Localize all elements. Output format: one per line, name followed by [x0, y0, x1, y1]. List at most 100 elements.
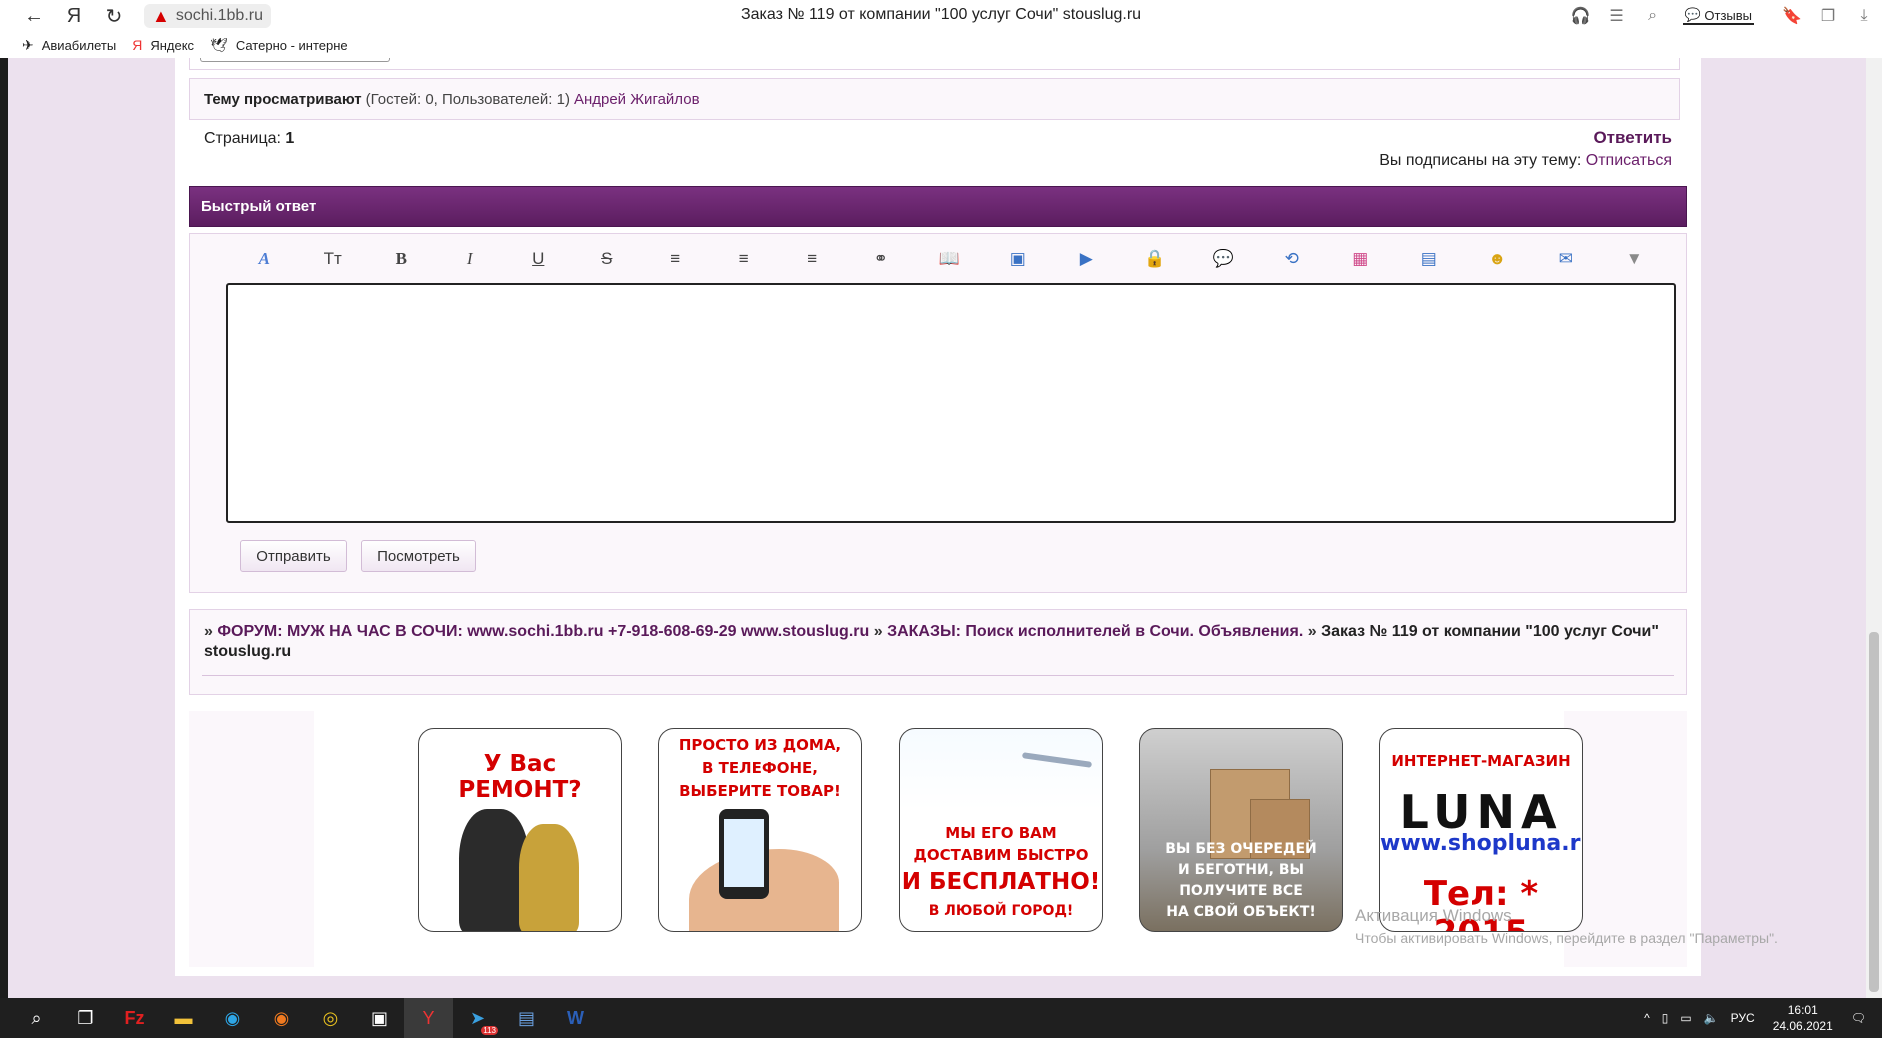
viewer-user-link[interactable]: Андрей Жигайлов [574, 91, 700, 108]
collections-icon[interactable]: ❐ [1810, 6, 1846, 26]
bookmark-label: Яндекс [150, 37, 195, 53]
search-icon[interactable]: ⌕ [12, 998, 61, 1038]
pagination: Страница: 1 [204, 130, 294, 148]
italic-icon[interactable]: I [436, 249, 505, 269]
tray-app-icon[interactable]: ▯ [1662, 1011, 1669, 1025]
banner-noqueue-text-4: НА СВОЙ ОБЪЕКТ! [1166, 904, 1316, 920]
bookmark-label: Авиабилеты [41, 37, 117, 53]
banner-luna-title: ИНТЕРНЕТ-МАГАЗИН [1391, 752, 1571, 770]
banner-area: У Вас РЕМОНТ? ПРОСТО ИЗ ДОМА, В ТЕЛЕФОНЕ… [189, 711, 1687, 967]
send-button[interactable]: Отправить [240, 540, 347, 572]
address-bar[interactable]: ▲ sochi.1bb.ru [144, 4, 271, 28]
warning-icon: ▲ [152, 5, 170, 26]
align-center-icon[interactable]: ≡ [710, 249, 779, 269]
bookmark-icon[interactable]: 🔖 [1774, 6, 1810, 26]
yandex-logo-icon[interactable]: Я [54, 0, 94, 32]
upload-icon[interactable]: ✉ [1532, 249, 1601, 269]
banner-free-delivery[interactable]: МЫ ЕГО ВАМ ДОСТАВИМ БЫСТРО И БЕСПЛАТНО! … [899, 728, 1103, 932]
bold-icon[interactable]: B [367, 249, 436, 269]
font-size-icon[interactable]: Tт [299, 249, 368, 269]
download-icon[interactable]: ⤓ [1846, 7, 1882, 25]
task-view-icon[interactable]: ❐ [61, 998, 110, 1038]
spoiler-icon[interactable]: ⟲ [1258, 249, 1327, 269]
quick-reply-header: Быстрый ответ [189, 186, 1687, 227]
message-textarea[interactable] [226, 283, 1676, 523]
network-icon[interactable]: ▭ [1680, 1011, 1691, 1025]
banner-repair[interactable]: У Вас РЕМОНТ? [418, 728, 622, 932]
clock[interactable]: 16:01 24.06.2021 [1773, 1002, 1833, 1034]
banner-delivery-text-4: В ЛЮБОЙ ГОРОД! [928, 903, 1074, 919]
more-dropdown-icon[interactable]: ▼ [1600, 249, 1669, 269]
bookmark-label: Сатерно - интерне [235, 37, 348, 53]
pager-current[interactable]: 1 [285, 130, 294, 147]
edge-icon[interactable]: ◉ [208, 998, 257, 1038]
breadcrumb-section[interactable]: ЗАКАЗЫ: Поиск исполнителей в Сочи. Объяв… [887, 623, 1303, 640]
language-indicator[interactable]: РУС [1731, 1011, 1755, 1025]
underline-icon[interactable]: U [504, 249, 573, 269]
bookmark-yandex[interactable]: Я Яндекс [132, 37, 194, 53]
quote-icon[interactable]: 💬 [1189, 249, 1258, 269]
firefox-icon[interactable]: ◉ [257, 998, 306, 1038]
book-icon[interactable]: 📖 [915, 249, 984, 269]
smiley-icon[interactable]: ☻ [1463, 249, 1532, 269]
reload-icon[interactable]: ↻ [94, 0, 134, 32]
chevron-up-icon[interactable]: ^ [1644, 1011, 1650, 1025]
unsubscribe-link[interactable]: Отписаться [1586, 152, 1672, 169]
strikethrough-icon[interactable]: S [573, 249, 642, 269]
network-app-icon[interactable]: ▣ [355, 998, 404, 1038]
headphones-icon[interactable]: 🎧 [1563, 6, 1599, 26]
banner-phone-shopping[interactable]: ПРОСТО ИЗ ДОМА, В ТЕЛЕФОНЕ, ВЫБЕРИТЕ ТОВ… [658, 728, 862, 932]
volume-icon[interactable]: 🔈 [1704, 1011, 1719, 1025]
breadcrumb-forum[interactable]: ФОРУМ: МУЖ НА ЧАС В СОЧИ: www.sochi.1bb.… [217, 623, 869, 640]
preview-button[interactable]: Посмотреть [361, 540, 476, 572]
banner-noqueue-text-1: ВЫ БЕЗ ОЧЕРЕДЕЙ [1165, 841, 1317, 857]
word-icon[interactable]: W [551, 998, 600, 1038]
image-icon[interactable]: ▣ [984, 249, 1053, 269]
previous-tab [200, 58, 390, 62]
font-color-icon[interactable]: A [230, 249, 299, 269]
yandex-browser-icon[interactable]: Y [404, 998, 453, 1038]
file-explorer-icon[interactable]: ▬ [159, 998, 208, 1038]
telegram-badge: 113 [481, 1026, 498, 1035]
table-icon[interactable]: ▤ [1395, 249, 1464, 269]
breadcrumb-separator: » [873, 623, 888, 640]
left-edge [0, 58, 8, 998]
filezilla-icon[interactable]: Fz [110, 998, 159, 1038]
banner-luna-shop[interactable]: ИНТЕРНЕТ-МАГАЗИН LUNA www.shopluna.ru Те… [1379, 728, 1583, 932]
qip-icon[interactable]: ▤ [502, 998, 551, 1038]
reply-link[interactable]: Ответить [1593, 128, 1672, 148]
banner-phone-text-2: В ТЕЛЕФОНЕ, [702, 759, 818, 777]
banner-no-queues[interactable]: ВЫ БЕЗ ОЧЕРЕДЕЙ И БЕГОТНИ, ВЫ ПОЛУЧИТЕ В… [1139, 728, 1343, 932]
lock-icon[interactable]: 🔒 [1121, 249, 1190, 269]
banner-palm-image [900, 729, 999, 786]
color-palette-icon[interactable]: ▦ [1326, 249, 1395, 269]
windows-taskbar: ⌕ ❐ Fz ▬ ◉ ◉ ◎ ▣ Y ➤ 113 ▤ W ^ ▯ ▭ 🔈 РУС … [0, 998, 1882, 1038]
clock-time: 16:01 [1787, 1003, 1818, 1017]
reviews-button[interactable]: 💬 Отзывы [1682, 7, 1754, 25]
banner-noqueue-text-3: ПОЛУЧИТЕ ВСЕ [1179, 883, 1303, 899]
align-left-icon[interactable]: ≡ [641, 249, 710, 269]
video-icon[interactable]: ▶ [1052, 249, 1121, 269]
editor-toolbar: A Tт B I U S ≡ ≡ ≡ ⚭ 📖 ▣ ▶ 🔒 💬 ⟲ ▦ ▤ ☻ ✉… [230, 249, 1669, 269]
zoom-icon[interactable]: ⌕ [1635, 7, 1671, 25]
link-icon[interactable]: ⚭ [847, 249, 916, 269]
chrome-icon[interactable]: ◎ [306, 998, 355, 1038]
browser-topbar: ← Я ↻ ▲ sochi.1bb.ru Заказ № 119 от комп… [0, 0, 1882, 32]
pager-label: Страница: [204, 130, 281, 147]
banner-phone-text-3: ВЫБЕРИТЕ ТОВАР! [679, 782, 841, 800]
align-right-icon[interactable]: ≡ [778, 249, 847, 269]
scrollbar-thumb[interactable] [1869, 632, 1879, 992]
telegram-icon[interactable]: ➤ 113 [453, 998, 502, 1038]
back-arrow-icon[interactable]: ← [14, 0, 54, 32]
bookmark-aviabilety[interactable]: ✈ Авиабилеты [22, 37, 116, 54]
notifications-icon[interactable]: 🗨 [1851, 1011, 1866, 1025]
banner-delivery-text-1: МЫ ЕГО ВАМ [945, 824, 1057, 842]
windows-activation-title: Активация Windows [1355, 906, 1512, 925]
banner-repair-image-2 [519, 824, 579, 931]
breadcrumb-divider [202, 675, 1674, 676]
reader-icon[interactable]: ☰ [1599, 6, 1635, 26]
viewers-counts: (Гостей: 0, Пользователей: 1) [365, 90, 570, 108]
bookmarks-bar: ✈ Авиабилеты Я Яндекс 🕊 Сатерно - интерне [0, 32, 1882, 58]
breadcrumb-separator: » [1307, 623, 1322, 640]
bookmark-saterno[interactable]: 🕊 Сатерно - интерне [210, 37, 348, 54]
